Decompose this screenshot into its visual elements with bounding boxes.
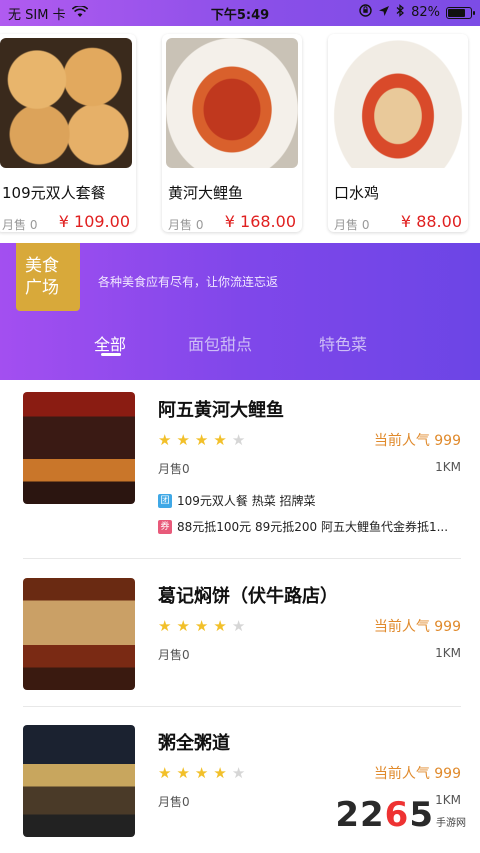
popularity: 当前人气 999 bbox=[373, 433, 461, 449]
restaurant-list[interactable]: 阿五黄河大鲤鱼 ★ ★ ★ ★ ★ 当前人气 999 月售0 1KM 团 109元双人餐… bbox=[0, 380, 480, 853]
battery-percent: 82% bbox=[411, 5, 440, 20]
dish-name: 109元双人套餐 bbox=[2, 184, 106, 202]
restaurant-name: 葛记焖饼（伏牛路店） bbox=[158, 586, 338, 607]
star-icon: ★ bbox=[158, 617, 172, 635]
dish-name: 口水鸡 bbox=[334, 184, 380, 202]
dish-image-pastry bbox=[0, 38, 132, 168]
rating-stars: ★ ★ ★ ★ ★ bbox=[158, 618, 245, 634]
dish-monthly-sales: 月售 0 bbox=[168, 218, 204, 232]
status-bar: 无 SIM 卡 下午5:49 82% bbox=[0, 0, 480, 26]
battery-fill bbox=[448, 8, 465, 17]
star-icon: ★ bbox=[176, 764, 190, 782]
star-icon: ★ bbox=[194, 764, 209, 782]
bluetooth-icon bbox=[396, 4, 405, 21]
status-right: 82% bbox=[359, 4, 475, 21]
monthly-sales: 月售0 bbox=[158, 648, 190, 662]
dish-card[interactable]: 109元双人套餐 月售 0 ¥ 109.00 bbox=[0, 34, 136, 232]
star-icon: ★ bbox=[231, 764, 246, 782]
site-watermark-logo: 2265 手游网 bbox=[335, 795, 466, 835]
restaurant-name: 阿五黄河大鲤鱼 bbox=[158, 400, 284, 421]
promo-text: 109元双人餐 热菜 招牌菜 bbox=[177, 494, 316, 508]
restaurant-name: 粥全粥道 bbox=[158, 733, 230, 754]
group-buy-tag: 团 bbox=[158, 493, 172, 508]
monthly-sales: 月售0 bbox=[158, 795, 190, 809]
star-icon: ★ bbox=[194, 617, 209, 635]
food-plaza-badge: 美食 广场 bbox=[16, 243, 80, 311]
dish-card[interactable]: 黄河大鲤鱼 月售 0 ¥ 168.00 bbox=[162, 34, 302, 232]
list-divider bbox=[23, 706, 461, 707]
distance: 1KM bbox=[435, 646, 461, 660]
popularity: 当前人气 999 bbox=[373, 619, 461, 635]
star-icon: ★ bbox=[158, 431, 172, 449]
watermark-text-a: 22 bbox=[335, 795, 385, 835]
orientation-lock-icon bbox=[359, 4, 372, 21]
promo-voucher[interactable]: 券 88元抵100元 89元抵200 阿五大鲤鱼代金券抵1... bbox=[158, 518, 448, 535]
watermark-sub: 手游网 bbox=[436, 818, 466, 829]
restaurant-photo bbox=[23, 578, 135, 690]
dish-monthly-sales: 月售 0 bbox=[334, 218, 370, 232]
slogan: 各种美食应有尽有，让你流连忘返 bbox=[98, 275, 279, 289]
star-icon: ★ bbox=[213, 431, 227, 449]
tab-all[interactable]: 全部 bbox=[94, 331, 126, 355]
dish-price: ¥ 109.00 bbox=[58, 212, 130, 231]
food-plaza-header: 美食 广场 各种美食应有尽有，让你流连忘返 全部 面包甜点 特色菜 bbox=[0, 243, 480, 380]
dish-card[interactable]: 口水鸡 月售 0 ¥ 88.00 bbox=[328, 34, 468, 232]
badge-line-2: 广场 bbox=[25, 278, 59, 298]
active-tab-indicator bbox=[101, 353, 121, 356]
star-icon: ★ bbox=[194, 431, 209, 449]
dish-name: 黄河大鲤鱼 bbox=[168, 184, 244, 202]
monthly-sales: 月售0 bbox=[158, 462, 190, 476]
dish-image-chicken bbox=[332, 38, 464, 168]
dish-monthly-sales: 月售 0 bbox=[2, 218, 38, 232]
dish-price: ¥ 88.00 bbox=[400, 212, 462, 231]
star-icon: ★ bbox=[231, 617, 246, 635]
watermark-text-c: 5 bbox=[409, 795, 434, 835]
star-icon: ★ bbox=[213, 764, 227, 782]
star-icon: ★ bbox=[176, 431, 190, 449]
star-icon: ★ bbox=[213, 617, 227, 635]
list-divider bbox=[23, 558, 461, 559]
dish-price: ¥ 168.00 bbox=[224, 212, 296, 231]
battery-icon bbox=[446, 6, 475, 19]
location-arrow-icon bbox=[378, 5, 390, 21]
promo-text: 88元抵100元 89元抵200 阿五大鲤鱼代金券抵1... bbox=[177, 520, 449, 534]
badge-line-1: 美食 bbox=[25, 256, 59, 276]
featured-dishes: 109元双人套餐 月售 0 ¥ 109.00 黄河大鲤鱼 月售 0 ¥ 168.… bbox=[0, 30, 480, 235]
distance: 1KM bbox=[435, 460, 461, 474]
restaurant-photo bbox=[23, 392, 135, 504]
tab-bakery-desserts[interactable]: 面包甜点 bbox=[188, 331, 252, 355]
restaurant-photo bbox=[23, 725, 135, 837]
rating-stars: ★ ★ ★ ★ ★ bbox=[158, 432, 245, 448]
star-icon: ★ bbox=[158, 764, 172, 782]
dish-image-carp bbox=[166, 38, 298, 168]
star-icon: ★ bbox=[176, 617, 190, 635]
star-icon: ★ bbox=[231, 431, 246, 449]
rating-stars: ★ ★ ★ ★ ★ bbox=[158, 765, 245, 781]
voucher-tag: 券 bbox=[158, 519, 172, 534]
popularity: 当前人气 999 bbox=[373, 766, 461, 782]
promo-group-buy[interactable]: 团 109元双人餐 热菜 招牌菜 bbox=[158, 492, 316, 509]
watermark-text-b: 6 bbox=[384, 795, 410, 835]
tab-specialty-dishes[interactable]: 特色菜 bbox=[319, 331, 367, 355]
